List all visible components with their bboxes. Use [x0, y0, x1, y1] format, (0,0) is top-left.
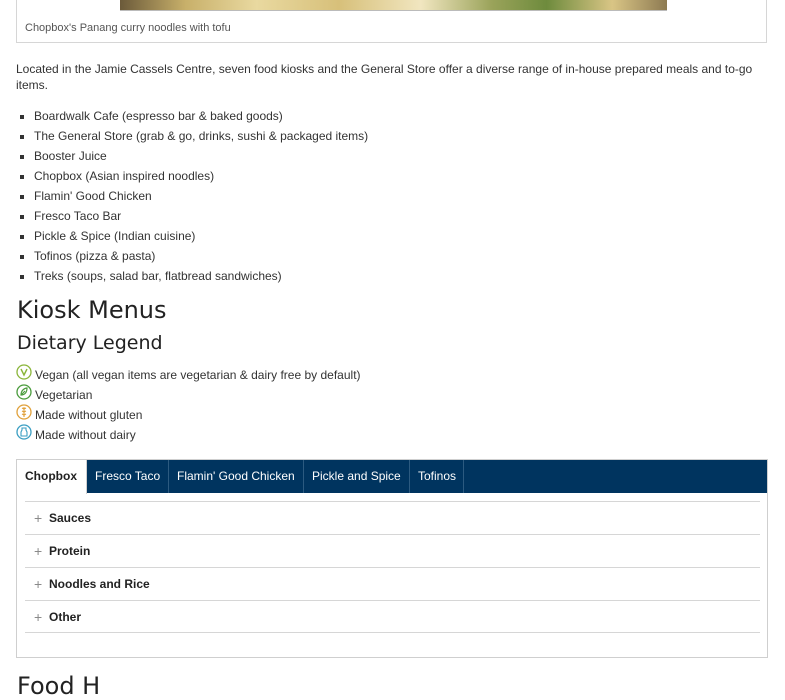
- plus-icon: +: [34, 543, 43, 559]
- intro-paragraph: Located in the Jamie Cassels Centre, sev…: [16, 62, 753, 92]
- plus-icon: +: [34, 609, 43, 625]
- accordion-noodles-and-rice[interactable]: + Noodles and Rice: [25, 567, 760, 600]
- tab-fresco-taco[interactable]: Fresco Taco: [87, 460, 169, 493]
- accordion-label: Sauces: [49, 511, 92, 525]
- vegetarian-icon: [16, 384, 32, 400]
- list-item: Boardwalk Cafe (espresso bar & baked goo…: [34, 108, 368, 128]
- tab-bar: Chopbox Fresco Taco Flamin' Good Chicken…: [17, 460, 767, 494]
- legend-row-vegan: Vegan (all vegan items are vegetarian & …: [16, 362, 361, 382]
- tab-flamin-good-chicken[interactable]: Flamin' Good Chicken: [169, 460, 304, 493]
- list-item: Booster Juice: [34, 148, 368, 168]
- dietary-legend-heading: Dietary Legend: [17, 332, 163, 354]
- plus-icon: +: [34, 576, 43, 592]
- list-item: Tofinos (pizza & pasta): [34, 248, 368, 268]
- tab-chopbox[interactable]: Chopbox: [17, 460, 87, 494]
- accordion-label: Protein: [49, 544, 91, 558]
- list-item: Treks (soups, salad bar, flatbread sandw…: [34, 268, 368, 288]
- plus-icon: +: [34, 510, 43, 526]
- accordion-label: Noodles and Rice: [49, 577, 150, 591]
- kiosk-menu-tabs: Chopbox Fresco Taco Flamin' Good Chicken…: [16, 459, 768, 658]
- legend-label: Made without dairy: [35, 428, 136, 442]
- accordion-protein[interactable]: + Protein: [25, 534, 760, 567]
- legend-label: Vegan (all vegan items are vegetarian & …: [35, 368, 361, 382]
- list-item: Fresco Taco Bar: [34, 208, 368, 228]
- legend-row-vegetarian: Vegetarian: [16, 382, 361, 402]
- legend-row-gluten-free: Made without gluten: [16, 402, 361, 422]
- accordion-label: Other: [49, 610, 82, 624]
- list-item: Chopbox (Asian inspired noodles): [34, 168, 368, 188]
- accordion-other[interactable]: + Other: [25, 600, 760, 633]
- featured-figure: Chopbox's Panang curry noodles with tofu: [16, 0, 767, 43]
- gluten-free-icon: [16, 404, 32, 420]
- vegan-icon: [16, 364, 32, 380]
- legend-label: Vegetarian: [35, 388, 93, 402]
- figure-caption: Chopbox's Panang curry noodles with tofu: [25, 22, 231, 34]
- list-item: Flamin' Good Chicken: [34, 188, 368, 208]
- dairy-free-icon: [16, 424, 32, 440]
- kiosk-menus-heading: Kiosk Menus: [17, 296, 167, 324]
- accordion-sauces[interactable]: + Sauces: [25, 501, 760, 534]
- list-item: The General Store (grab & go, drinks, su…: [34, 128, 368, 148]
- kiosk-list: Boardwalk Cafe (espresso bar & baked goo…: [16, 108, 368, 288]
- legend-label: Made without gluten: [35, 408, 143, 422]
- dietary-legend: Vegan (all vegan items are vegetarian & …: [16, 362, 361, 442]
- panang-noodles-image: [120, 0, 667, 11]
- next-section-heading: Food H: [17, 672, 101, 700]
- legend-row-dairy-free: Made without dairy: [16, 422, 361, 442]
- list-item: Pickle & Spice (Indian cuisine): [34, 228, 368, 248]
- tab-pickle-and-spice[interactable]: Pickle and Spice: [304, 460, 410, 493]
- tab-tofinos[interactable]: Tofinos: [410, 460, 464, 493]
